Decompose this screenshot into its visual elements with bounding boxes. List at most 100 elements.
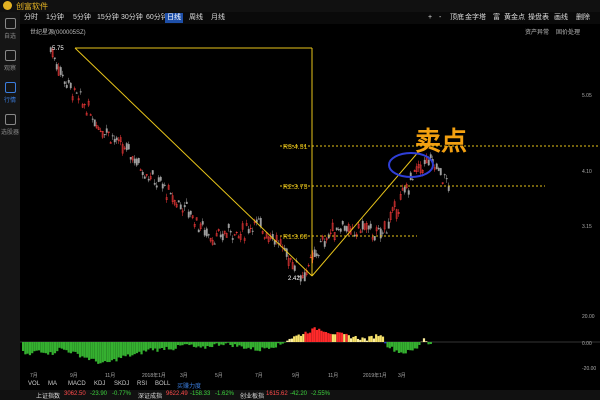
oscillator-bar: [331, 334, 334, 342]
oscillator-bar: [427, 342, 430, 345]
candle: [411, 179, 414, 181]
oscillator-bar: [69, 342, 73, 354]
oscillator-bar: [63, 342, 66, 350]
tab-30min[interactable]: 30分钟: [121, 13, 143, 23]
candle: [385, 232, 388, 234]
candle: [379, 228, 382, 239]
oscillator-bar: [28, 342, 32, 356]
time-axis: 7月 9月 11月 2018年1月 3月 5月 7月 9月 11月 2019年1…: [20, 372, 600, 380]
oscillator-bar: [279, 342, 282, 345]
oscillator-bar: [304, 331, 307, 342]
oscillator-bar: [65, 342, 68, 351]
oscillator-bar: [49, 342, 52, 353]
y-tick-label: 4.10: [582, 169, 592, 175]
price-chart[interactable]: R3:4.31 R2:3.73 R1:3.00 5.75 2.42 卖点 5.0…: [20, 38, 600, 310]
tab-timeshare[interactable]: 分时: [24, 13, 38, 23]
candle: [79, 91, 82, 93]
zoom-out-button[interactable]: -: [439, 13, 441, 23]
ex-right-button[interactable]: 固价处理: [556, 27, 580, 36]
oscillator-bar: [106, 342, 109, 363]
oscillator-bar: [94, 342, 98, 362]
top-bottom-button[interactable]: 顶底: [450, 13, 464, 23]
tab-vol[interactable]: VOL: [28, 381, 40, 387]
tab-rsi[interactable]: RSI: [137, 381, 147, 387]
oscillator-bar: [324, 332, 328, 342]
oscillator-bar: [361, 337, 364, 342]
tab-boll[interactable]: BOLL: [155, 381, 170, 387]
oscillator-bar: [295, 335, 298, 342]
oscillator-bar: [422, 338, 426, 342]
oscillator-bar: [117, 342, 120, 358]
delete-button[interactable]: 删除: [576, 13, 590, 23]
oscillator-bar: [400, 342, 403, 353]
osc-tick-label: 0.00: [582, 341, 592, 347]
tab-skdj[interactable]: SKDJ: [114, 381, 129, 387]
trading-table-button[interactable]: 操盘表: [528, 13, 549, 23]
rich-button[interactable]: 富: [493, 13, 500, 23]
oscillator-bar: [201, 342, 205, 347]
oscillator-bar: [108, 342, 111, 363]
oscillator-bar: [33, 342, 36, 352]
tab-monthly[interactable]: 月线: [211, 13, 225, 23]
oscillator-bar: [37, 342, 41, 351]
candle: [103, 134, 106, 136]
oscillator-bar: [40, 342, 43, 353]
tab-15min[interactable]: 15分钟: [97, 13, 119, 23]
candle: [213, 243, 216, 245]
oscillator-bar: [81, 342, 84, 357]
oscillator-bar: [368, 336, 371, 342]
sidebar-item-screener[interactable]: 选股器: [0, 110, 20, 140]
candle: [133, 158, 136, 164]
assets-exception-button[interactable]: 资产异常: [525, 27, 549, 36]
candle: [127, 144, 130, 150]
oscillator-bar: [188, 342, 191, 346]
oscillator-bar: [113, 342, 116, 360]
oscillator-bar: [140, 342, 143, 355]
oscillator-bar: [154, 342, 157, 349]
sidebar-item-quotes[interactable]: 行情: [0, 78, 20, 108]
tab-ma[interactable]: MA: [48, 381, 57, 387]
draw-line-button[interactable]: 画线: [554, 13, 568, 23]
sh-index-pct: -0.77%: [112, 391, 132, 397]
pyramid-button[interactable]: 金字塔: [465, 13, 486, 23]
oscillator-bar: [204, 342, 207, 349]
zoom-in-button[interactable]: +: [428, 13, 432, 23]
candle: [367, 225, 370, 230]
oscillator-bar: [418, 342, 421, 345]
oscillator-bar: [354, 335, 357, 342]
status-bar: 上证指数 3062.50 -23.90 -0.77% 深证成指 9622.49 …: [0, 390, 600, 400]
golden-point-button[interactable]: 黄金点: [504, 13, 525, 23]
oscillator-bar: [377, 336, 380, 342]
oscillator-bar: [391, 342, 394, 347]
oscillator-chart[interactable]: 20.00 0.00 -20.00: [20, 312, 600, 372]
candle: [147, 178, 150, 181]
oscillator-bar: [386, 342, 389, 348]
cy-index-pct: -2.55%: [311, 391, 331, 397]
candle: [313, 249, 316, 258]
oscillator-bar: [51, 342, 54, 355]
oscillator-bar: [286, 340, 289, 342]
oscillator-bar: [181, 342, 184, 346]
candle: [361, 220, 364, 230]
candle: [203, 229, 206, 236]
oscillator-bar: [320, 330, 323, 342]
tab-daily[interactable]: 日线: [165, 13, 183, 23]
oscillator-bar: [379, 335, 382, 342]
sidebar-item-watchlist[interactable]: 自选: [0, 14, 20, 44]
oscillator-bar: [190, 342, 193, 345]
oscillator-bar: [252, 342, 255, 348]
tab-kdj[interactable]: KDJ: [94, 381, 105, 387]
tab-1min[interactable]: 1分钟: [46, 13, 64, 23]
tab-macd[interactable]: MACD: [68, 381, 86, 387]
tab-weekly[interactable]: 周线: [189, 13, 203, 23]
sidebar-item-observe[interactable]: 观察: [0, 46, 20, 76]
candle: [185, 201, 188, 204]
candle: [381, 232, 384, 234]
oscillator-bar: [347, 335, 350, 342]
candle: [143, 176, 146, 179]
oscillator-bar: [236, 342, 239, 347]
tab-buy-strength[interactable]: 买赚力度: [177, 381, 201, 390]
tab-5min[interactable]: 5分钟: [73, 13, 91, 23]
oscillator-bar: [110, 342, 114, 361]
oscillator-bar: [297, 334, 300, 342]
